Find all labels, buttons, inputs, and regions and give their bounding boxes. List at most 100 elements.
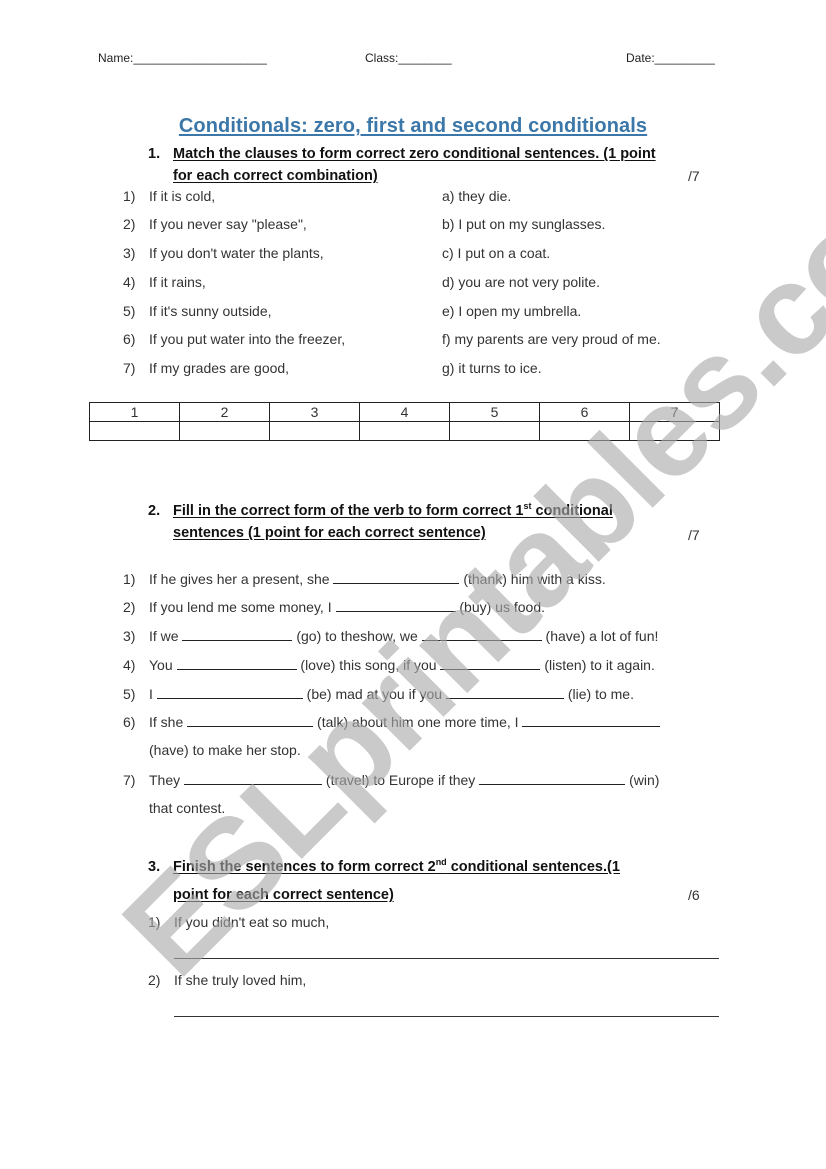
section-3-instruction-line-2: point for each correct sentence) bbox=[173, 887, 394, 903]
answer-write-line[interactable] bbox=[174, 957, 719, 959]
clause-number: 1) bbox=[123, 188, 136, 204]
name-field[interactable]: Name:____________________ bbox=[98, 51, 267, 65]
answer-cell[interactable] bbox=[629, 421, 720, 441]
instruction-text: conditional bbox=[531, 503, 613, 519]
section-3-score: /6 bbox=[688, 887, 700, 903]
clause-text: If you never say "please", bbox=[149, 216, 307, 232]
item-text: If you lend me some money, I bbox=[149, 599, 336, 615]
item-text: (have) a lot of fun! bbox=[541, 628, 659, 644]
section-1-instruction-line-1: Match the clauses to form correct zero c… bbox=[173, 146, 656, 162]
item-number: 6) bbox=[123, 714, 136, 730]
finish-sentence-item: 1) If you didn't eat so much, bbox=[148, 913, 329, 931]
clause-item: 7) If my grades are good, bbox=[123, 359, 289, 377]
clause-text: If you put water into the freezer, bbox=[149, 331, 346, 347]
answer-blank[interactable] bbox=[445, 684, 564, 699]
result-item: d) you are not very polite. bbox=[442, 274, 600, 290]
clause-number: 2) bbox=[123, 216, 136, 232]
answer-cell[interactable] bbox=[269, 421, 360, 441]
item-text: If we bbox=[149, 628, 183, 644]
section-1-score: /7 bbox=[688, 168, 700, 184]
item-number: 2) bbox=[148, 972, 161, 988]
answer-cell[interactable] bbox=[449, 421, 540, 441]
section-3-heading: 3. Finish the sentences to form correct … bbox=[148, 853, 748, 909]
item-text: If she truly loved him, bbox=[174, 972, 307, 988]
section-3-number: 3. bbox=[148, 859, 161, 875]
ordinal-suffix: st bbox=[523, 501, 532, 511]
answer-write-line[interactable] bbox=[174, 1015, 719, 1017]
clause-text: If it is cold, bbox=[149, 188, 216, 204]
item-number: 4) bbox=[123, 657, 136, 673]
answer-blank[interactable] bbox=[184, 770, 323, 785]
answer-table-header: 4 bbox=[359, 402, 450, 422]
section-1-instruction-line-2: for each correct combination) bbox=[173, 168, 378, 184]
section-2-score: /7 bbox=[688, 527, 700, 543]
item-text: If she bbox=[149, 714, 188, 730]
answer-table-header: 3 bbox=[269, 402, 360, 422]
answer-table-answer-row bbox=[89, 421, 720, 441]
answer-blank[interactable] bbox=[421, 626, 542, 641]
item-text: (lie) to me. bbox=[563, 686, 634, 702]
fill-in-item-continuation: that contest. bbox=[149, 800, 226, 816]
clause-number: 7) bbox=[123, 360, 136, 376]
answer-blank[interactable] bbox=[479, 770, 626, 785]
answer-table-header: 2 bbox=[179, 402, 270, 422]
answer-table-header: 5 bbox=[449, 402, 540, 422]
item-number: 1) bbox=[123, 571, 136, 587]
item-text: (talk) about him one more time, I bbox=[313, 714, 523, 730]
instruction-text: Fill in the correct form of the verb to … bbox=[173, 503, 524, 519]
fill-in-item: 3) If we (go) to theshow, we (have) a lot… bbox=[123, 626, 658, 645]
answer-blank[interactable] bbox=[333, 569, 460, 584]
item-text: (thank) him with a kiss. bbox=[459, 571, 606, 587]
clause-item: 5) If it's sunny outside, bbox=[123, 302, 272, 320]
clause-text: If my grades are good, bbox=[149, 360, 290, 376]
item-text: If he gives her a present, she bbox=[149, 571, 334, 587]
answer-blank[interactable] bbox=[335, 597, 456, 612]
item-number: 7) bbox=[123, 772, 136, 788]
fill-in-item: 1) If he gives her a present, she (thank)… bbox=[123, 569, 606, 588]
clause-number: 4) bbox=[123, 274, 136, 290]
answer-blank[interactable] bbox=[440, 655, 541, 670]
worksheet-page: Name:____________________ Class:________… bbox=[0, 0, 826, 1169]
ordinal-suffix: nd bbox=[435, 857, 447, 867]
answer-blank[interactable] bbox=[156, 684, 303, 699]
answer-cell[interactable] bbox=[359, 421, 450, 441]
section-2-heading: 2. Fill in the correct form of the verb … bbox=[148, 500, 748, 544]
answer-table-header: 7 bbox=[629, 402, 720, 422]
fill-in-item: 6) If she (talk) about him one more time,… bbox=[123, 712, 661, 731]
fill-in-item: 2) If you lend me some money, I (buy) us … bbox=[123, 597, 545, 616]
date-field[interactable]: Date:_________ bbox=[626, 51, 715, 65]
item-text: They bbox=[149, 772, 185, 788]
clause-item: 6) If you put water into the freezer, bbox=[123, 330, 345, 348]
fill-in-item-continuation: (have) to make her stop. bbox=[149, 742, 301, 758]
answer-blank[interactable] bbox=[522, 712, 661, 727]
answer-blank[interactable] bbox=[187, 712, 314, 727]
result-item: c) I put on a coat. bbox=[442, 245, 551, 261]
item-number: 3) bbox=[123, 628, 136, 644]
class-field[interactable]: Class:________ bbox=[365, 51, 452, 65]
answer-cell[interactable] bbox=[89, 421, 180, 441]
section-1-number: 1. bbox=[148, 146, 161, 162]
answer-blank[interactable] bbox=[176, 655, 297, 670]
section-2-instruction-line-2: sentences (1 point for each correct sent… bbox=[173, 525, 486, 541]
clause-number: 6) bbox=[123, 331, 136, 347]
item-text: (buy) us food. bbox=[455, 599, 545, 615]
result-item: e) I open my umbrella. bbox=[442, 303, 582, 319]
answer-cell[interactable] bbox=[179, 421, 270, 441]
item-number: 1) bbox=[148, 914, 161, 930]
clause-item: 4) If it rains, bbox=[123, 273, 206, 291]
fill-in-item: 7) They (travel) to Europe if they (win) bbox=[123, 770, 659, 789]
answer-cell[interactable] bbox=[539, 421, 630, 441]
fill-in-item: 5) I (be) mad at you if you (lie) to me. bbox=[123, 684, 634, 703]
item-text: (go) to theshow, we bbox=[292, 628, 422, 644]
item-text: (travel) to Europe if they bbox=[322, 772, 480, 788]
item-text: You bbox=[149, 657, 177, 673]
result-item: g) it turns to ice. bbox=[442, 360, 542, 376]
answer-blank[interactable] bbox=[182, 626, 293, 641]
clause-text: If it rains, bbox=[149, 274, 206, 290]
clause-number: 5) bbox=[123, 303, 136, 319]
section-3-instruction-line-1: Finish the sentences to form correct 2nd… bbox=[173, 853, 620, 881]
fill-in-item: 4) You (love) this song, if you (listen) … bbox=[123, 655, 655, 674]
instruction-text: conditional sentences.(1 bbox=[446, 859, 620, 875]
item-number: 5) bbox=[123, 686, 136, 702]
item-text: (win) bbox=[625, 772, 660, 788]
